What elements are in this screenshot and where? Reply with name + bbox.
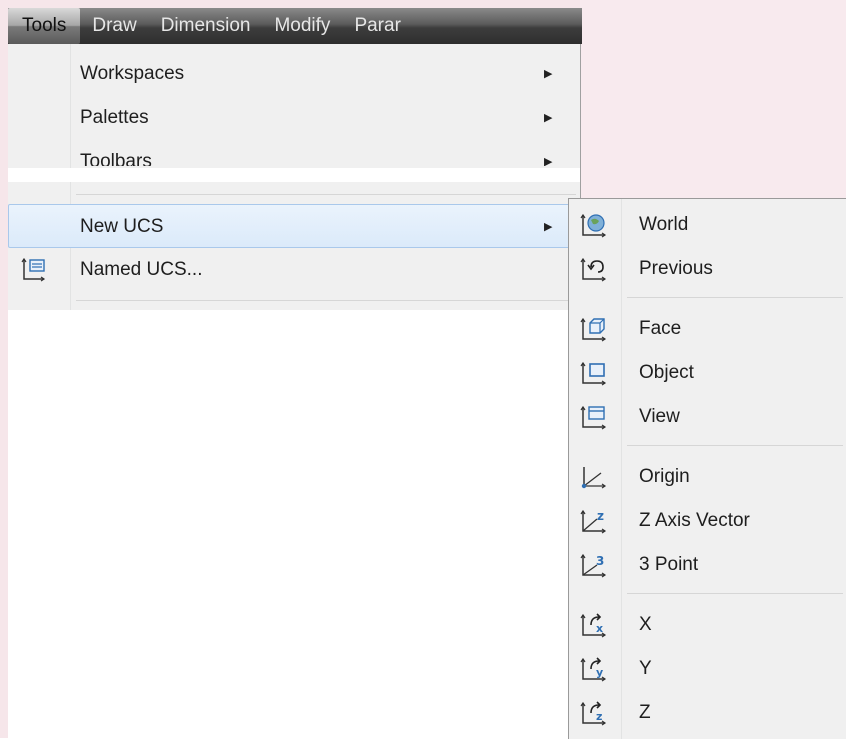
submenu-arrow-icon: ▶ (544, 68, 553, 80)
submenu-arrow-icon: ▶ (544, 112, 553, 124)
menu-item-label: Palettes (80, 107, 149, 128)
submenu-item-origin[interactable]: Origin (569, 455, 846, 499)
menu-separator (76, 300, 576, 301)
menu-item-label: X (639, 614, 652, 635)
menu-item-label: Z (639, 702, 651, 723)
menu-modify[interactable]: Modify (262, 8, 342, 44)
ucs-previous-icon (580, 257, 607, 282)
menu-item-label: 3 Point (639, 554, 699, 575)
ucs-world-icon (580, 213, 607, 238)
menu-item-label: View (639, 406, 680, 427)
menu-item-label: Face (639, 318, 682, 339)
submenu-item-x[interactable]: x X (569, 603, 846, 647)
ucs-view-icon (580, 405, 607, 430)
svg-text:x: x (596, 622, 603, 635)
submenu-item-z-axis-vector[interactable]: z Z Axis Vector (569, 499, 846, 543)
submenu-arrow-icon: ▶ (544, 221, 553, 233)
background-frame (0, 0, 8, 738)
background-frame (580, 0, 846, 198)
submenu-item-y[interactable]: y Y (569, 647, 846, 691)
svg-text:z: z (596, 710, 602, 723)
menu-item-label: Toolbars (80, 151, 152, 166)
submenu-item-object[interactable]: Object (569, 351, 846, 395)
submenu-item-3-point[interactable]: 3 3 Point (569, 543, 846, 587)
ucs-z-axis-vector-icon: z (580, 509, 607, 534)
menu-bar: Tools Draw Dimension Modify Parar (8, 8, 582, 44)
menu-parametric[interactable]: Parar (342, 8, 412, 44)
submenu-item-view[interactable]: View (569, 395, 846, 439)
ucs-rotate-y-icon: y (580, 657, 607, 682)
menu-item-label: Z Axis Vector (639, 510, 750, 531)
new-ucs-submenu: World Previous Face Object View Origin z… (568, 198, 846, 739)
ucs-rotate-x-icon: x (580, 613, 607, 638)
ucs-origin-icon (581, 467, 607, 489)
svg-text:3: 3 (596, 554, 604, 568)
menu-tools[interactable]: Tools (8, 8, 81, 44)
menu-item-label: Object (639, 362, 694, 383)
menu-item-palettes[interactable]: Palettes ▶ (8, 96, 580, 140)
menu-item-label: World (639, 214, 689, 235)
menu-render-gap (8, 168, 580, 182)
menu-separator (627, 297, 843, 298)
submenu-arrow-icon: ▶ (544, 156, 553, 166)
menu-item-label: Named UCS... (80, 259, 203, 280)
svg-text:z: z (597, 509, 604, 523)
menu-item-label: New UCS (80, 216, 164, 237)
menu-item-label: Y (639, 658, 652, 679)
ucs-rotate-z-icon: z (580, 701, 607, 726)
menu-separator (627, 593, 843, 594)
ucs-face-icon (580, 317, 607, 342)
submenu-item-z[interactable]: z Z (569, 691, 846, 735)
menu-item-label: Workspaces (80, 63, 185, 84)
menu-separator (627, 445, 843, 446)
menu-item-label: Origin (639, 466, 690, 487)
menu-item-label: Previous (639, 258, 713, 279)
menu-item-toolbars[interactable]: Toolbars ▶ (8, 140, 580, 166)
menu-item-new-ucs[interactable]: New UCS ▶ (8, 204, 580, 248)
menu-draw[interactable]: Draw (80, 8, 148, 44)
menu-dimension[interactable]: Dimension (149, 8, 263, 44)
named-ucs-icon (21, 257, 46, 282)
ucs-3-point-icon: 3 (580, 553, 607, 578)
ucs-object-icon (580, 361, 607, 386)
menu-separator (76, 194, 576, 195)
menu-item-named-ucs[interactable]: Named UCS... (8, 248, 580, 292)
submenu-item-previous[interactable]: Previous (569, 247, 846, 291)
svg-text:y: y (596, 666, 603, 679)
menu-item-workspaces[interactable]: Workspaces ▶ (8, 52, 580, 96)
submenu-item-face[interactable]: Face (569, 307, 846, 351)
submenu-item-world[interactable]: World (569, 203, 846, 247)
